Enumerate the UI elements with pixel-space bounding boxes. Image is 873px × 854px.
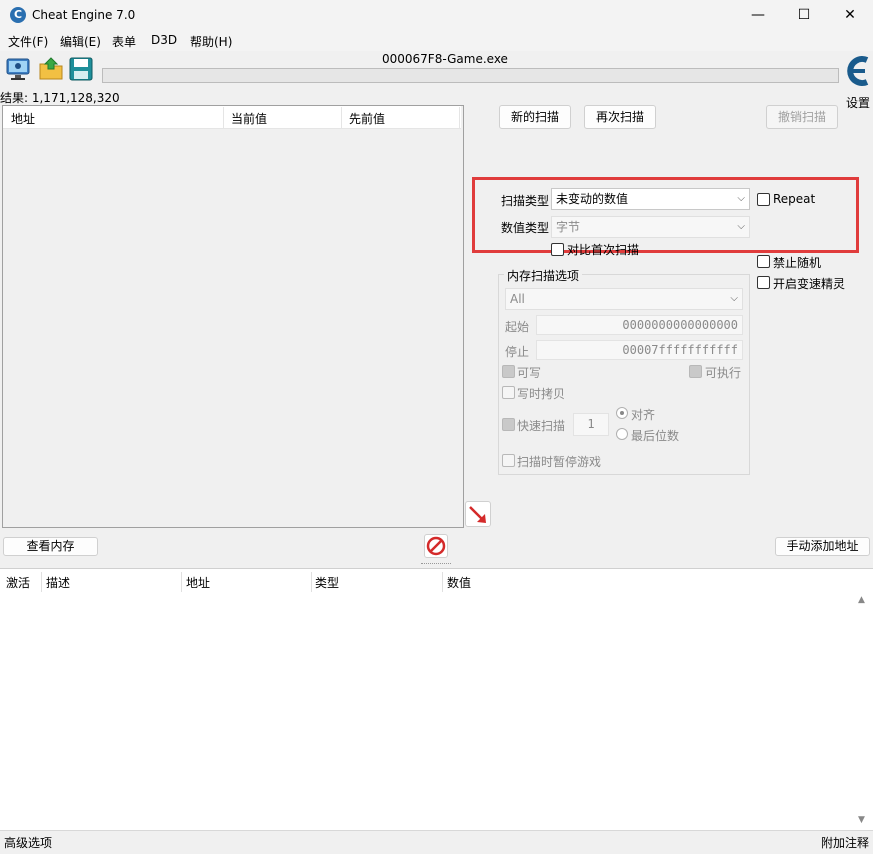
column-divider — [311, 572, 312, 592]
undo-scan-button[interactable]: 撤销扫描 — [766, 105, 838, 129]
copy-on-write-checkbox[interactable] — [502, 386, 515, 399]
advanced-options-button[interactable]: 高级选项 — [4, 834, 52, 851]
writable-label: 可写 — [517, 366, 542, 380]
menu-file[interactable]: 文件(F) — [8, 33, 48, 50]
scroll-up-icon[interactable]: ▲ — [858, 595, 865, 605]
compare-first-scan-checkbox[interactable] — [551, 243, 564, 256]
table-extras-button[interactable]: 附加注释 — [821, 834, 869, 851]
pause-game-checkbox[interactable] — [502, 454, 515, 467]
column-divider — [223, 107, 224, 129]
repeat-label: Repeat — [773, 192, 816, 206]
column-current-value[interactable]: 当前值 — [231, 110, 267, 127]
status-bar — [0, 830, 873, 854]
value-type-value: 字节 — [556, 220, 581, 234]
memory-region-select[interactable]: All ⌵ — [505, 288, 743, 310]
memory-scan-options-title: 内存扫描选项 — [504, 267, 583, 284]
cheat-engine-logo-icon[interactable] — [843, 52, 873, 92]
next-scan-button[interactable]: 再次扫描 — [584, 105, 656, 129]
column-active[interactable]: 激活 — [6, 574, 30, 591]
pause-game-label: 扫描时暂停游戏 — [517, 455, 602, 469]
no-entry-icon — [426, 536, 446, 556]
copy-on-write-label: 写时拷贝 — [517, 387, 566, 401]
red-arrow-icon — [469, 506, 486, 523]
window-title: Cheat Engine 7.0 — [32, 8, 136, 22]
speedhack-checkbox[interactable] — [757, 276, 770, 289]
column-divider — [459, 107, 460, 129]
column-value[interactable]: 数值 — [447, 574, 471, 591]
fast-scan-checkbox[interactable] — [502, 418, 515, 431]
start-address-input[interactable]: 0000000000000000 — [536, 315, 743, 335]
results-count: 结果: 1,171,128,320 — [0, 91, 120, 105]
column-divider — [341, 107, 342, 129]
disable-random-checkbox[interactable] — [757, 255, 770, 268]
fast-scan-alignment-input[interactable]: 1 — [573, 413, 609, 436]
clear-list-button[interactable] — [424, 534, 448, 558]
start-address-label: 起始 — [505, 320, 530, 334]
executable-label: 可执行 — [705, 366, 742, 380]
add-address-manually-button[interactable]: 手动添加地址 — [775, 537, 870, 556]
open-file-icon[interactable] — [38, 56, 64, 82]
process-title: 000067F8-Game.exe — [382, 52, 508, 66]
repeat-checkbox[interactable] — [757, 193, 770, 206]
executable-checkbox[interactable] — [689, 365, 702, 378]
align-label: 对齐 — [631, 408, 656, 422]
vertical-scrollbar[interactable]: ▲ ▼ — [855, 592, 871, 828]
memory-region-value: All — [510, 292, 525, 306]
maximize-button[interactable]: ☐ — [781, 0, 827, 31]
column-divider — [442, 572, 443, 592]
menu-d3d[interactable]: D3D — [151, 33, 177, 47]
chevron-down-icon: ⌵ — [737, 193, 745, 204]
chevron-down-icon: ⌵ — [730, 293, 738, 304]
scan-type-select[interactable]: 未变动的数值 ⌵ — [551, 188, 750, 210]
last-digits-radio[interactable] — [616, 428, 628, 440]
stop-address-input[interactable]: 00007fffffffffff — [536, 340, 743, 360]
column-type[interactable]: 类型 — [315, 574, 339, 591]
value-type-label: 数值类型 — [501, 221, 550, 235]
chevron-down-icon: ⌵ — [737, 221, 745, 232]
fast-scan-label: 快速扫描 — [517, 419, 566, 433]
menu-help[interactable]: 帮助(H) — [190, 33, 232, 50]
column-address[interactable]: 地址 — [186, 574, 210, 591]
settings-label[interactable]: 设置 — [846, 94, 870, 111]
column-address[interactable]: 地址 — [11, 110, 35, 127]
disable-random-label: 禁止随机 — [773, 256, 822, 270]
save-file-icon[interactable] — [68, 56, 94, 82]
scroll-down-icon[interactable]: ▼ — [858, 815, 865, 825]
writable-checkbox[interactable] — [502, 365, 515, 378]
cheat-engine-logo-icon: C — [10, 7, 26, 23]
menu-table[interactable]: 表单 — [112, 33, 136, 50]
add-selected-to-list-button[interactable] — [465, 501, 491, 527]
cheat-table-list[interactable] — [0, 568, 873, 830]
select-process-icon[interactable] — [5, 56, 31, 82]
menu-edit[interactable]: 编辑(E) — [60, 33, 101, 50]
last-digits-label: 最后位数 — [631, 429, 680, 443]
scan-type-label: 扫描类型 — [501, 194, 550, 208]
scan-type-value: 未变动的数值 — [556, 192, 629, 206]
splitter-handle[interactable] — [421, 563, 451, 566]
column-divider — [41, 572, 42, 592]
compare-first-scan-label: 对比首次扫描 — [567, 243, 640, 257]
stop-address-label: 停止 — [505, 345, 530, 359]
column-description[interactable]: 描述 — [46, 574, 70, 591]
column-previous-value[interactable]: 先前值 — [349, 110, 385, 127]
scan-progress-bar — [102, 68, 839, 83]
view-memory-button[interactable]: 查看内存 — [3, 537, 98, 556]
found-address-list[interactable] — [2, 105, 464, 528]
speedhack-label: 开启变速精灵 — [773, 277, 846, 291]
column-divider — [181, 572, 182, 592]
value-type-select[interactable]: 字节 ⌵ — [551, 216, 750, 238]
close-button[interactable]: ✕ — [827, 0, 873, 31]
align-radio[interactable] — [616, 407, 628, 419]
minimize-button[interactable]: — — [735, 0, 781, 31]
new-scan-button[interactable]: 新的扫描 — [499, 105, 571, 129]
